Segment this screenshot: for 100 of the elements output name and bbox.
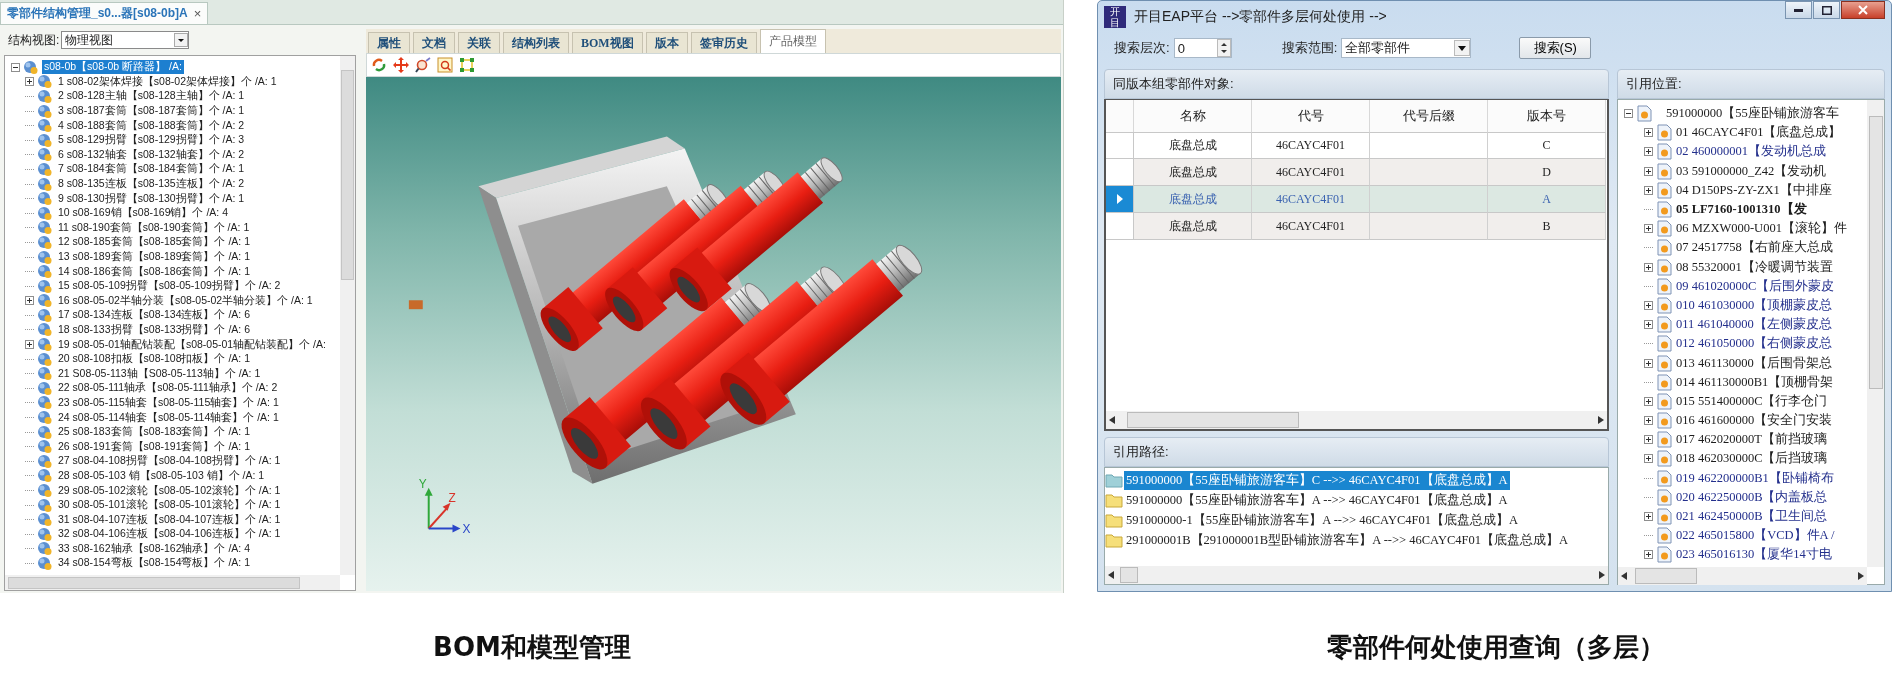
close-button[interactable] xyxy=(1841,1,1885,19)
column-header[interactable]: 版本号 xyxy=(1488,100,1606,133)
tree-item[interactable]: 9 s08-130拐臂【s08-130拐臂】个 /A: 1 xyxy=(56,191,247,206)
minimize-button[interactable] xyxy=(1785,1,1812,19)
tree-item[interactable]: 10 s08-169销【s08-169销】个 /A: 4 xyxy=(56,206,230,221)
tree-item[interactable]: 4 s08-188套筒【s08-188套筒】个 /A: 2 xyxy=(56,118,247,133)
tree-item[interactable]: 31 s08-04-107连板【s08-04-107连板】个 /A: 1 xyxy=(56,512,283,527)
expand-icon[interactable] xyxy=(1644,262,1653,272)
close-tab-button[interactable]: × xyxy=(193,6,202,21)
expand-icon[interactable] xyxy=(1644,435,1653,445)
tree-root-item[interactable]: 591000000【55座卧铺旅游客车 xyxy=(1666,105,1839,123)
tree-item[interactable]: 18 s08-133拐臂【s08-133拐臂】个 /A: 6 xyxy=(56,323,252,337)
scrollbar-thumb[interactable] xyxy=(8,576,300,589)
tree-item[interactable]: 06 MZXW000-U001【滚轮】件 xyxy=(1676,220,1847,238)
tree-item[interactable]: 015 551400000C【行李仓门 xyxy=(1676,392,1828,410)
zoom-icon[interactable] xyxy=(415,57,431,73)
tree-item[interactable]: 14 s08-186套筒【s08-186套筒】个 /A: 1 xyxy=(56,264,252,279)
tab[interactable]: 产品模型 xyxy=(759,29,826,53)
horizontal-scrollbar[interactable] xyxy=(5,575,340,590)
scroll-right-icon[interactable] xyxy=(1858,572,1864,580)
scroll-left-icon[interactable] xyxy=(1109,416,1115,424)
search-scope-dropdown[interactable]: 全部零部件 xyxy=(1341,38,1472,58)
expand-icon[interactable] xyxy=(1644,416,1653,426)
tree-item[interactable]: 27 s08-04-108拐臂【s08-04-108拐臂】个 /A: 1 xyxy=(56,454,283,469)
tree-item[interactable]: 12 s08-185套筒【s08-185套筒】个 /A: 1 xyxy=(56,235,252,250)
collapse-icon[interactable] xyxy=(11,62,20,72)
tree-item[interactable]: 02 460000001【发动机总成 xyxy=(1676,143,1826,161)
scrollbar-thumb[interactable] xyxy=(341,70,354,280)
path-item[interactable]: 591000000【55座卧铺旅游客车】C -->> 46CAYC4F01【底盘总成】A xyxy=(1124,470,1510,490)
search-button[interactable]: 搜索(S) xyxy=(1519,37,1592,59)
expand-icon[interactable] xyxy=(1644,147,1653,157)
fit-all-icon[interactable] xyxy=(459,57,475,73)
3d-viewport[interactable]: Y Z X xyxy=(366,77,1061,591)
expand-icon[interactable] xyxy=(1644,454,1653,464)
tree-item[interactable]: 23 s08-05-115轴套【s08-05-115轴套】个 /A: 1 xyxy=(56,395,281,410)
horizontal-scrollbar[interactable] xyxy=(1105,566,1608,584)
tab[interactable]: 文档 xyxy=(413,32,455,53)
horizontal-scrollbar[interactable] xyxy=(1106,411,1607,429)
tree-item[interactable]: 5 s08-129拐臂【s08-129拐臂】个 /A: 3 xyxy=(56,133,247,148)
tree-item[interactable]: 023 465016130【厦华14寸电 xyxy=(1676,546,1832,564)
maximize-button[interactable] xyxy=(1813,1,1840,19)
tab[interactable]: 结构列表 xyxy=(503,32,569,53)
tree-item[interactable]: 17 s08-134连板【s08-134连板】个 /A: 6 xyxy=(56,308,252,323)
expand-icon[interactable] xyxy=(1644,128,1653,138)
collapse-icon[interactable] xyxy=(1624,109,1633,119)
tree-item[interactable]: 25 s08-183套筒【s08-183套筒】个 /A: 1 xyxy=(56,425,252,440)
scroll-right-icon[interactable] xyxy=(1598,416,1604,424)
tree-item[interactable]: 04 D150PS-ZY-ZX1【中排座 xyxy=(1676,181,1832,199)
tree-item[interactable]: 020 462250000B【内盖板总 xyxy=(1676,488,1828,506)
scroll-left-icon[interactable] xyxy=(1108,571,1114,579)
expand-icon[interactable] xyxy=(25,296,34,306)
tree-item[interactable]: 014 461130000B1【顶棚骨架 xyxy=(1676,373,1834,391)
scrollbar-thumb[interactable] xyxy=(1120,567,1138,583)
tree-item[interactable]: 6 s08-132轴套【s08-132轴套】个 /A: 2 xyxy=(56,147,247,162)
tab[interactable]: 版本 xyxy=(645,32,688,53)
path-item[interactable]: 291000001B【291000001B型卧铺旅游客车】A -->> 46CAYC4F01【底盘总成】A xyxy=(1124,530,1570,550)
horizontal-scrollbar[interactable] xyxy=(1618,567,1867,585)
expand-icon[interactable] xyxy=(1644,300,1653,310)
tree-item[interactable]: 16 s08-05-02半轴分装【s08-05-02半轴分装】个 /A: 1 xyxy=(56,293,315,308)
tree-item[interactable]: 33 s08-162轴承【s08-162轴承】个 /A: 4 xyxy=(56,541,252,556)
expand-icon[interactable] xyxy=(1644,550,1653,560)
tree-item[interactable]: 03 591000000_Z42【发动机 xyxy=(1676,162,1827,180)
expand-icon[interactable] xyxy=(1644,358,1653,368)
tree-item[interactable]: 07 24517758【右前座大总成 xyxy=(1676,239,1833,257)
vertical-scrollbar[interactable] xyxy=(340,56,355,575)
path-item[interactable]: 591000000【55座卧铺旅游客车】A -->> 46CAYC4F01【底盘总成】A xyxy=(1124,490,1510,510)
tree-item[interactable]: 1 s08-02架体焊接【s08-02架体焊接】个 /A: 1 xyxy=(56,74,279,89)
expand-icon[interactable] xyxy=(1644,512,1653,522)
tree-item[interactable]: 22 s08-05-111轴承【s08-05-111轴承】个 /A: 2 xyxy=(56,381,280,396)
tree-item[interactable]: 13 s08-189套筒【s08-189套筒】个 /A: 1 xyxy=(56,250,252,264)
scrollbar-thumb[interactable] xyxy=(1127,412,1299,428)
tree-item[interactable]: 2 s08-128主轴【s08-128主轴】个 /A: 1 xyxy=(56,89,247,104)
tree-item[interactable]: 24 s08-05-114轴套【s08-05-114轴套】个 /A: 1 xyxy=(56,410,281,425)
tree-item[interactable]: 7 s08-184套筒【s08-184套筒】个 /A: 1 xyxy=(56,162,247,177)
expand-icon[interactable] xyxy=(25,77,34,87)
row-header[interactable] xyxy=(1106,186,1134,213)
tree-item[interactable]: 011 461040000【左侧蒙皮总 xyxy=(1676,316,1832,334)
tree-item[interactable]: 19 s08-05-01轴配钻装配【s08-05-01轴配钻装配】个 /A: xyxy=(56,337,328,352)
tree-item[interactable]: 30 s08-05-101滚轮【s08-05-101滚轮】个 /A: 1 xyxy=(56,498,283,513)
tree-item[interactable]: 28 s08-05-103 销【s08-05-103 销】个 /A: 1 xyxy=(56,468,267,483)
tree-item[interactable]: 34 s08-154弯板【s08-154弯板】个 /A: 1 xyxy=(56,556,252,571)
tree-item[interactable]: 018 462030000C【后挡玻璃 xyxy=(1676,450,1828,468)
expand-icon[interactable] xyxy=(1644,320,1653,330)
tree-item[interactable]: 32 s08-04-106连板【s08-04-106连板】个 /A: 1 xyxy=(56,527,283,542)
document-tab[interactable]: 零部件结构管理_s0...器[s08-0b]A × xyxy=(0,2,209,24)
tree-item[interactable]: 013 461130000【后围骨架总 xyxy=(1676,354,1832,372)
tree-item[interactable]: 016 461600000【安全门安装 xyxy=(1676,412,1833,430)
expand-icon[interactable] xyxy=(1644,396,1653,406)
tree-item[interactable]: 21 S08-05-113轴【S08-05-113轴】个 /A: 1 xyxy=(56,366,263,381)
tab[interactable]: BOM视图 xyxy=(572,32,643,53)
tab[interactable]: 签审历史 xyxy=(690,32,757,53)
tree-item[interactable]: 11 s08-190套筒【s08-190套筒】个 /A: 1 xyxy=(56,220,252,235)
expand-icon[interactable] xyxy=(25,340,34,350)
tree-item[interactable]: 26 s08-191套筒【s08-191套筒】个 /A: 1 xyxy=(56,439,252,454)
tab[interactable]: 属性 xyxy=(368,32,410,53)
table-row[interactable]: 底盘总成 46CAYC4F01 A xyxy=(1106,186,1607,213)
tree-item[interactable]: 010 461030000【顶棚蒙皮总 xyxy=(1676,296,1833,314)
expand-icon[interactable] xyxy=(1644,166,1653,176)
tree-item[interactable]: 022 465015800【VCD】件A / xyxy=(1676,527,1835,545)
scrollbar-thumb[interactable] xyxy=(1635,568,1697,584)
